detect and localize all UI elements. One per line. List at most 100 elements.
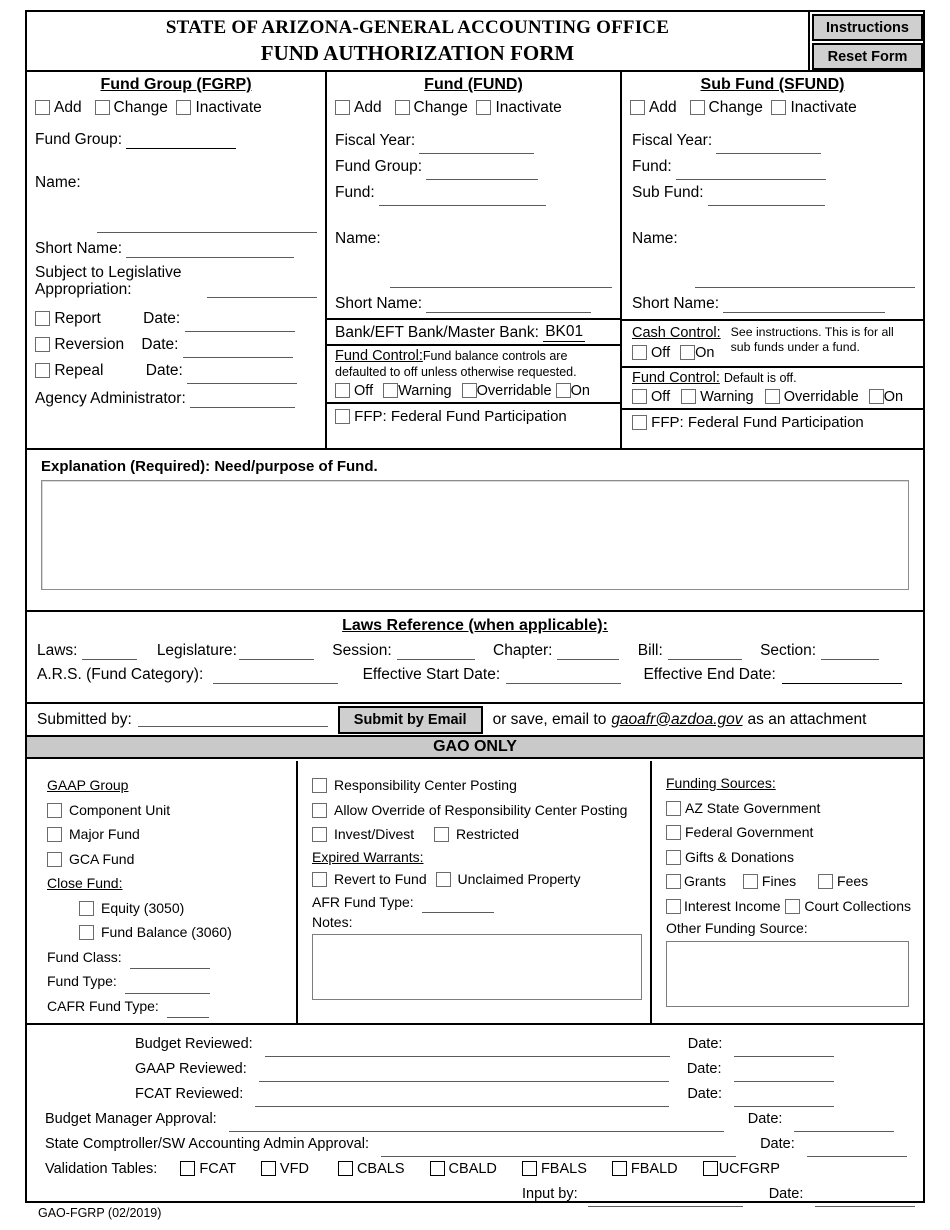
checkbox-restricted[interactable]: [434, 827, 450, 842]
checkbox-responsibility-center-posting[interactable]: [312, 778, 327, 793]
input-fund-name[interactable]: [390, 274, 612, 288]
checkbox-unclaimed-property[interactable]: [435, 871, 451, 887]
input-repeal-date[interactable]: [187, 370, 298, 384]
input-fgrp-short-name[interactable]: [126, 244, 295, 258]
checkbox-court-collections[interactable]: [785, 898, 801, 914]
checkbox-fund-control-on[interactable]: [555, 383, 571, 398]
reset-form-button[interactable]: Reset Form: [812, 43, 923, 70]
checkbox-cash-control-off[interactable]: [632, 345, 647, 360]
checkbox-fbald[interactable]: [611, 1161, 627, 1176]
checkbox-allow-override-rcp[interactable]: [312, 802, 327, 818]
input-fund-class[interactable]: [129, 955, 210, 969]
input-gaap-reviewed[interactable]: [258, 1068, 669, 1082]
checkbox-component-unit[interactable]: [47, 802, 62, 818]
checkbox-fgrp-change[interactable]: [94, 100, 110, 115]
explanation-input[interactable]: [41, 480, 909, 590]
notes-input[interactable]: [312, 934, 642, 1000]
input-input-by[interactable]: [587, 1193, 743, 1207]
checkbox-fines[interactable]: [742, 874, 758, 889]
checkbox-fund-ffp[interactable]: [335, 409, 350, 424]
checkbox-sfund-control-warning[interactable]: [681, 389, 697, 404]
submit-by-email-button[interactable]: Submit by Email: [337, 705, 483, 734]
checkbox-sfund-control-off[interactable]: [632, 389, 647, 404]
checkbox-sfund-control-overridable[interactable]: [764, 389, 780, 404]
checkbox-gca-fund[interactable]: [47, 851, 62, 867]
checkbox-fund-control-overridable[interactable]: [461, 383, 477, 398]
checkbox-sfund-inactivate[interactable]: [771, 100, 787, 115]
checkbox-ucfgrp[interactable]: [702, 1161, 718, 1176]
checkbox-sfund-add[interactable]: [630, 100, 645, 115]
input-laws[interactable]: [81, 646, 137, 660]
input-subject-appropriation[interactable]: [207, 284, 317, 298]
input-budget-manager-date[interactable]: [794, 1118, 895, 1132]
checkbox-major-fund[interactable]: [47, 827, 62, 842]
input-fund-fiscal-year[interactable]: [419, 140, 535, 154]
checkbox-fgrp-inactivate[interactable]: [176, 100, 192, 115]
input-afr-fund-type[interactable]: [421, 899, 494, 913]
input-sfund-fund[interactable]: [675, 166, 826, 180]
checkbox-sfund-change[interactable]: [689, 100, 705, 115]
input-agency-administrator[interactable]: [190, 394, 296, 408]
input-fgrp-name[interactable]: [97, 219, 317, 233]
input-bill[interactable]: [667, 646, 742, 660]
input-sfund-short-name[interactable]: [723, 299, 886, 313]
input-comptroller-approval[interactable]: [381, 1143, 737, 1157]
checkbox-equity-3050[interactable]: [79, 900, 94, 916]
input-sfund-fiscal-year[interactable]: [716, 140, 822, 154]
checkbox-fees[interactable]: [818, 874, 834, 889]
checkbox-fund-control-warning[interactable]: [383, 383, 399, 398]
checkbox-cash-control-on[interactable]: [680, 345, 696, 360]
input-effective-end-date[interactable]: [781, 670, 902, 684]
checkbox-revert-to-fund[interactable]: [312, 871, 327, 887]
input-fund-bank-value[interactable]: BK01: [543, 322, 586, 342]
input-budget-reviewed[interactable]: [264, 1043, 670, 1057]
checkbox-interest-income[interactable]: [666, 898, 681, 914]
checkbox-fund-balance-3060[interactable]: [79, 925, 94, 940]
checkbox-fund-inactivate[interactable]: [476, 100, 492, 115]
other-funding-source-input[interactable]: [666, 941, 909, 1007]
input-comptroller-date[interactable]: [806, 1143, 907, 1157]
checkbox-cbals[interactable]: [337, 1161, 353, 1176]
checkbox-sfund-control-on[interactable]: [868, 389, 884, 404]
input-submitted-by[interactable]: [137, 713, 328, 727]
checkbox-cbald[interactable]: [429, 1161, 445, 1176]
checkbox-federal-government[interactable]: [666, 825, 681, 840]
input-gaap-reviewed-date[interactable]: [733, 1068, 834, 1082]
checkbox-fbals[interactable]: [521, 1161, 537, 1176]
input-budget-manager-approval[interactable]: [228, 1118, 724, 1132]
checkbox-reversion[interactable]: [35, 337, 50, 352]
checkbox-fund-add[interactable]: [335, 100, 350, 115]
input-section[interactable]: [821, 646, 880, 660]
checkbox-repeal[interactable]: [35, 363, 50, 378]
checkbox-fund-control-off[interactable]: [335, 383, 350, 398]
input-fund-code[interactable]: [378, 192, 546, 206]
input-gao-fund-type[interactable]: [124, 980, 210, 994]
input-legislature[interactable]: [238, 646, 314, 660]
checkbox-sfund-ffp[interactable]: [632, 415, 647, 430]
gao-email-link[interactable]: gaoafr@azdoa.gov: [611, 711, 742, 729]
checkbox-report[interactable]: [35, 311, 50, 326]
input-sfund-code[interactable]: [707, 192, 825, 206]
checkbox-fcat[interactable]: [180, 1161, 196, 1176]
input-budget-reviewed-date[interactable]: [734, 1043, 835, 1057]
checkbox-vfd[interactable]: [260, 1161, 276, 1176]
input-fund-group-code[interactable]: [126, 135, 237, 149]
input-ars-fund-category[interactable]: [213, 670, 339, 684]
input-fund-short-name[interactable]: [426, 299, 592, 313]
checkbox-fund-change[interactable]: [394, 100, 410, 115]
input-session[interactable]: [396, 646, 475, 660]
checkbox-gifts-donations[interactable]: [666, 849, 681, 865]
checkbox-fgrp-add[interactable]: [35, 100, 50, 115]
input-fund-fund-group[interactable]: [426, 166, 539, 180]
input-sfund-name[interactable]: [695, 274, 915, 288]
input-report-date[interactable]: [184, 318, 295, 332]
input-effective-start-date[interactable]: [506, 670, 622, 684]
input-input-date[interactable]: [815, 1193, 916, 1207]
input-fcat-reviewed-date[interactable]: [734, 1093, 835, 1107]
input-chapter[interactable]: [557, 646, 620, 660]
checkbox-invest-divest[interactable]: [312, 827, 327, 842]
input-fcat-reviewed[interactable]: [255, 1093, 670, 1107]
checkbox-grants[interactable]: [666, 874, 681, 889]
checkbox-az-state-government[interactable]: [666, 800, 681, 816]
input-cafr-fund-type[interactable]: [166, 1004, 209, 1018]
